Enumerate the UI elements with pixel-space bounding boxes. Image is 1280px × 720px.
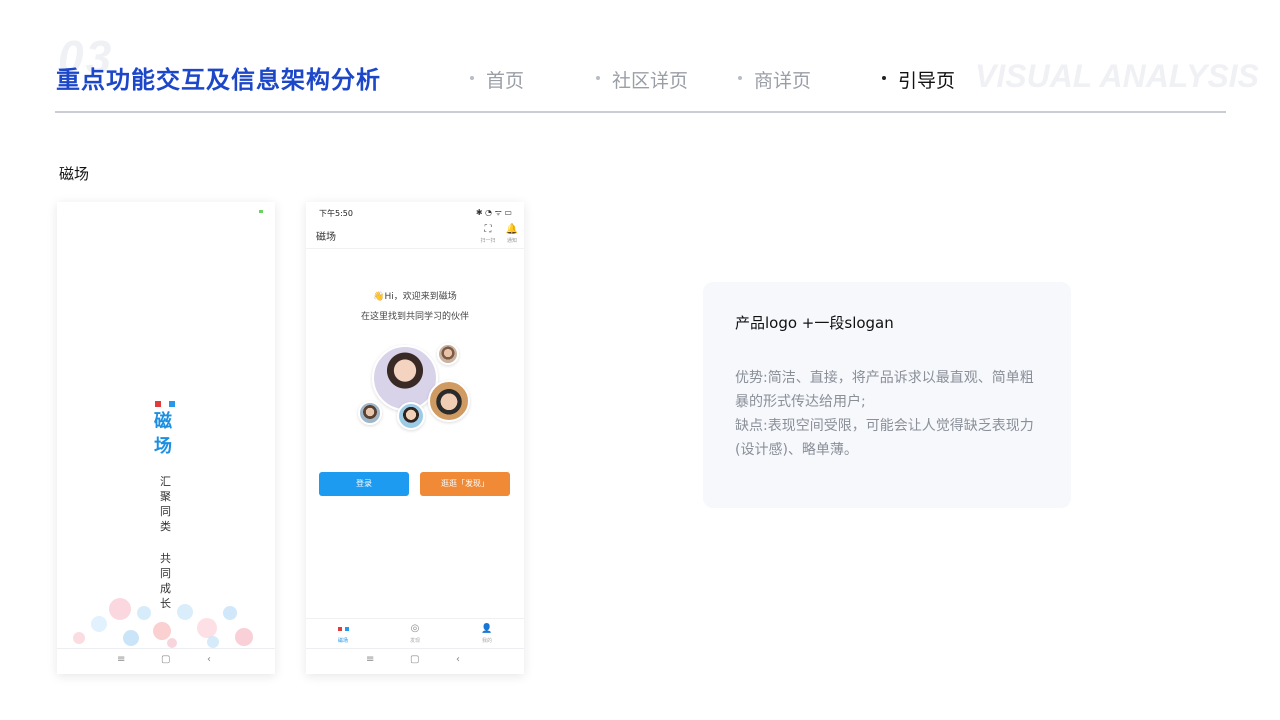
notification-label: 通知: [506, 238, 517, 244]
login-button[interactable]: 登录: [319, 472, 409, 496]
tab-cichang[interactable]: 磁场: [323, 623, 363, 644]
back-icon[interactable]: ‹: [456, 654, 460, 665]
slogan-char: 同: [160, 505, 171, 518]
nav-item-product-detail[interactable]: 商详页: [738, 66, 811, 93]
greeting-text: 👋Hi，欢迎来到磁场: [373, 292, 457, 302]
nav-item-guide[interactable]: 引导页: [882, 66, 955, 93]
home-icon[interactable]: ▢: [410, 654, 419, 665]
menu-icon[interactable]: ≡: [366, 654, 374, 665]
system-nav-bar: ≡ ▢ ‹: [306, 648, 524, 674]
tab-label: 发现: [409, 638, 420, 644]
app-header-divider: [306, 248, 524, 249]
nav-item-community-detail[interactable]: 社区详页: [596, 66, 688, 93]
slogan-char: 长: [160, 597, 171, 610]
card-title: 产品logo +一段slogan: [735, 314, 894, 332]
slogan-char: 汇: [160, 475, 171, 488]
slogan-char: 共: [160, 552, 171, 565]
browse-discover-button[interactable]: 逛逛「发现」: [420, 472, 510, 496]
system-nav-bar: ≡ ▢ ‹: [57, 648, 275, 674]
bottom-tab-bar: 磁场 ◎ 发现 👤 我的: [306, 618, 524, 648]
user-icon: 👤: [481, 624, 493, 634]
guide-screen: 下午5:50 ✱ ◔ ᯤ ▭ 磁场 ⛶ 扫一扫 🔔 通知 👋Hi，欢迎来到磁场 …: [306, 202, 524, 674]
card-body: 优势:简洁、直接，将产品诉求以最直观、简单粗暴的形式传达给用户; 缺点:表现空间…: [735, 366, 1045, 462]
bullet-icon: [882, 75, 886, 80]
app-name-label: 磁场: [59, 165, 90, 183]
avatar: [437, 343, 459, 365]
header-divider: [55, 111, 1226, 113]
status-indicator: [259, 210, 263, 213]
section-nav: 首页 社区详页 商详页 引导页: [0, 66, 1280, 93]
back-icon[interactable]: ‹: [207, 654, 211, 665]
bullet-icon: [470, 75, 474, 80]
slogan-char: 成: [160, 582, 171, 595]
disadvantage-text: 缺点:表现空间受限，可能会让人觉得缺乏表现力(设计感)、略单薄。: [735, 418, 1034, 458]
menu-icon[interactable]: ≡: [117, 654, 125, 665]
avatar: [397, 402, 425, 430]
tab-discover[interactable]: ◎ 发现: [395, 623, 435, 644]
compass-icon: ◎: [410, 623, 420, 634]
bullet-icon: [596, 75, 600, 80]
home-icon[interactable]: ▢: [161, 654, 170, 665]
slogan-char: 类: [160, 520, 171, 533]
logo-char: 场: [154, 436, 172, 457]
analysis-card: 产品logo +一段slogan 优势:简洁、直接，将产品诉求以最直观、简单粗暴…: [703, 282, 1071, 508]
scan-icon[interactable]: ⛶: [478, 224, 498, 235]
scan-label: 扫一扫: [480, 238, 496, 244]
status-time: 下午5:50: [319, 209, 353, 218]
advantage-text: 优势:简洁、直接，将产品诉求以最直观、简单粗暴的形式传达给用户;: [735, 370, 1034, 410]
logo-char: 磁: [154, 411, 172, 432]
bullet-icon: [738, 75, 742, 80]
app-title: 磁场: [316, 232, 336, 243]
status-icons: ✱ ◔ ᯤ ▭: [475, 208, 512, 217]
tab-label: 磁场: [337, 638, 348, 644]
avatar: [428, 380, 470, 422]
tagline-text: 在这里找到共同学习的伙伴: [360, 312, 469, 322]
bell-icon[interactable]: 🔔: [502, 224, 522, 235]
nav-item-home[interactable]: 首页: [470, 66, 524, 93]
tab-label: 我的: [481, 638, 492, 644]
tab-mine[interactable]: 👤 我的: [467, 623, 507, 644]
slogan-char: 同: [160, 567, 171, 580]
slogan-char: 聚: [160, 490, 171, 503]
tab-home-icon: [323, 623, 363, 635]
splash-screen: 磁 场 汇 聚 同 类 共 同 成 长 ≡ ▢ ‹: [57, 202, 275, 674]
avatar: [358, 401, 382, 425]
